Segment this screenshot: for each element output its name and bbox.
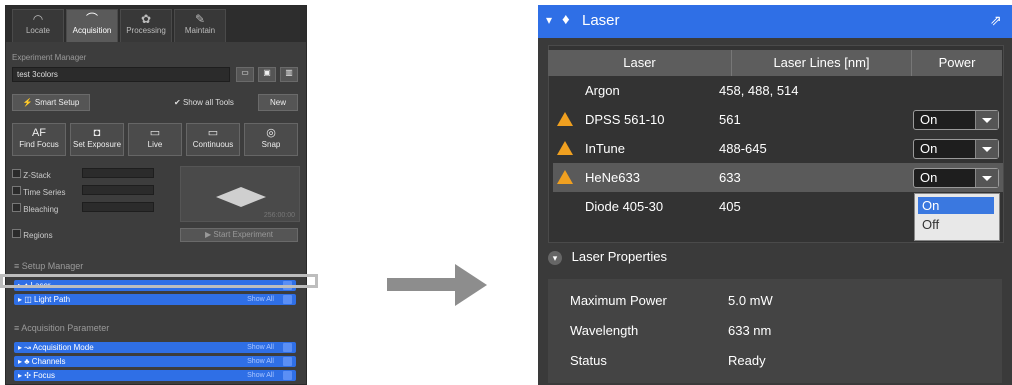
undock-icon[interactable]: ⇗ [990, 12, 1002, 29]
arrow-shaft [387, 278, 457, 291]
power-select[interactable]: On [913, 139, 999, 159]
continuous-icon: ▭ [207, 127, 219, 139]
col-laser-lines[interactable]: Laser Lines [nm] [732, 50, 912, 76]
collapse-icon[interactable]: ▾ [546, 13, 552, 27]
laser-tool-window: ▾ ♦ Laser ⇗ Laser Laser Lines [nm] Power… [538, 5, 1012, 385]
focus-icon: ▸ ✣ [18, 371, 31, 380]
collapse-icon[interactable]: ▾ [548, 251, 562, 265]
continuous-button[interactable]: ▭ Continuous [186, 123, 240, 156]
table-row[interactable]: InTune 488-645 On [553, 134, 1003, 163]
processing-icon: ✿ [140, 12, 152, 26]
live-icon: ▭ [149, 127, 161, 139]
arrow-right-icon [455, 264, 487, 306]
tab-locate[interactable]: ◠ Locate [12, 9, 64, 42]
laser-header[interactable]: ▾ ♦ Laser ⇗ [538, 5, 1012, 38]
checkbox[interactable] [12, 229, 21, 238]
main-tabs: ◠ Locate ⌒ Acquisition ✿ Processing ✎ Ma… [6, 6, 306, 42]
acq-item-mode[interactable]: ▸ ↝ Acquisition Mode Show All [14, 342, 296, 353]
acquisition-icon: ⌒ [85, 12, 98, 26]
snap-button[interactable]: ◎ Snap [244, 123, 298, 156]
find-focus-button[interactable]: AF Find Focus [12, 123, 66, 156]
smart-setup-button[interactable]: ⚡ Smart Setup [12, 94, 90, 111]
experiment-manager-label: Experiment Manager [12, 53, 87, 62]
col-power[interactable]: Power [912, 50, 1002, 76]
show-all-tools-checkbox[interactable]: ✔ Show all Tools [174, 98, 234, 107]
start-experiment-button[interactable]: ▶ Start Experiment [180, 228, 298, 242]
option-on[interactable]: On [918, 197, 994, 214]
setup-item-light-path[interactable]: ▸ ◫ Light Path Show All [14, 294, 296, 305]
acq-item-focus[interactable]: ▸ ✣ Focus Show All [14, 370, 296, 381]
checkbox[interactable] [12, 186, 21, 195]
tab-acquisition[interactable]: ⌒ Acquisition [66, 9, 118, 42]
tab-processing[interactable]: ✿ Processing [120, 9, 172, 42]
preview-time: 256:00:00 [263, 212, 295, 219]
option-z-stack[interactable]: Z-Stack [12, 169, 51, 180]
power-dropdown-list: On Off [914, 193, 1000, 241]
locate-icon: ◠ [32, 12, 44, 26]
table-row[interactable]: DPSS 561-10 561 On [553, 105, 1003, 134]
mode-icon: ▸ ↝ [18, 343, 31, 352]
chevron-down-icon[interactable] [975, 140, 998, 158]
live-button[interactable]: ▭ Live [128, 123, 182, 156]
warning-icon [557, 170, 573, 184]
set-exposure-button[interactable]: ◘ Set Exposure [70, 123, 124, 156]
light-path-icon: ▸ ◫ [18, 295, 32, 304]
power-select[interactable]: On [913, 110, 999, 130]
play-icon: ▶ [205, 230, 212, 239]
undock-icon[interactable] [283, 371, 292, 380]
open-experiment-button[interactable]: ▭ [236, 67, 254, 82]
tab-maintain[interactable]: ✎ Maintain [174, 9, 226, 42]
setup-manager-header[interactable]: ≡ Setup Manager [14, 261, 83, 271]
table-row[interactable]: Argon 458, 488, 514 [553, 76, 1003, 105]
checkbox[interactable] [12, 169, 21, 178]
save-experiment-button[interactable]: ▣ [258, 67, 276, 82]
z-stack-field [82, 168, 154, 178]
experiment-preview: 256:00:00 [180, 166, 300, 222]
snap-icon: ◎ [266, 127, 276, 139]
acq-item-channels[interactable]: ▸ ♣ Channels Show All [14, 356, 296, 367]
laser-properties-panel: Maximum Power 5.0 mW Wavelength 633 nm S… [548, 279, 1002, 383]
option-off[interactable]: Off [918, 216, 994, 233]
option-bleaching[interactable]: Bleaching [12, 203, 58, 214]
power-select[interactable]: On [913, 168, 999, 188]
acquisition-parameter-header[interactable]: ≡ Acquisition Parameter [14, 323, 109, 333]
wand-icon: ⚡ [22, 98, 33, 107]
option-time-series[interactable]: Time Series [12, 186, 65, 197]
maintain-icon: ✎ [194, 12, 206, 26]
chevron-down-icon[interactable] [975, 111, 998, 129]
col-laser[interactable]: Laser [548, 50, 732, 76]
chevron-down-icon[interactable] [975, 169, 998, 187]
laser-properties-header[interactable]: ▾ Laser Properties [548, 249, 667, 265]
time-series-field [82, 185, 154, 195]
warning-icon [557, 141, 573, 155]
camera-icon: ◘ [93, 127, 101, 139]
option-regions[interactable]: Regions [12, 229, 53, 240]
bleaching-field [82, 202, 154, 212]
undock-icon[interactable] [283, 343, 292, 352]
check-icon: ✔ [174, 98, 181, 107]
undock-icon[interactable] [283, 295, 292, 304]
laser-title: Laser [582, 12, 620, 29]
laser-icon: ♦ [562, 11, 570, 28]
zen-left-panel: ◠ Locate ⌒ Acquisition ✿ Processing ✎ Ma… [5, 5, 307, 385]
delete-experiment-button[interactable]: ▥ [280, 67, 298, 82]
undock-icon[interactable] [283, 357, 292, 366]
highlight-frame [0, 274, 318, 288]
table-row-selected[interactable]: HeNe633 633 On [553, 163, 1003, 192]
experiment-select[interactable]: test 3colors [12, 67, 230, 82]
warning-icon [557, 112, 573, 126]
new-button[interactable]: New [258, 94, 298, 111]
channels-icon: ▸ ♣ [18, 357, 30, 366]
checkbox[interactable] [12, 203, 21, 212]
acquisition-toolbar: AF Find Focus ◘ Set Exposure ▭ Live ▭ Co… [12, 123, 302, 156]
autofocus-icon: AF [31, 127, 47, 139]
